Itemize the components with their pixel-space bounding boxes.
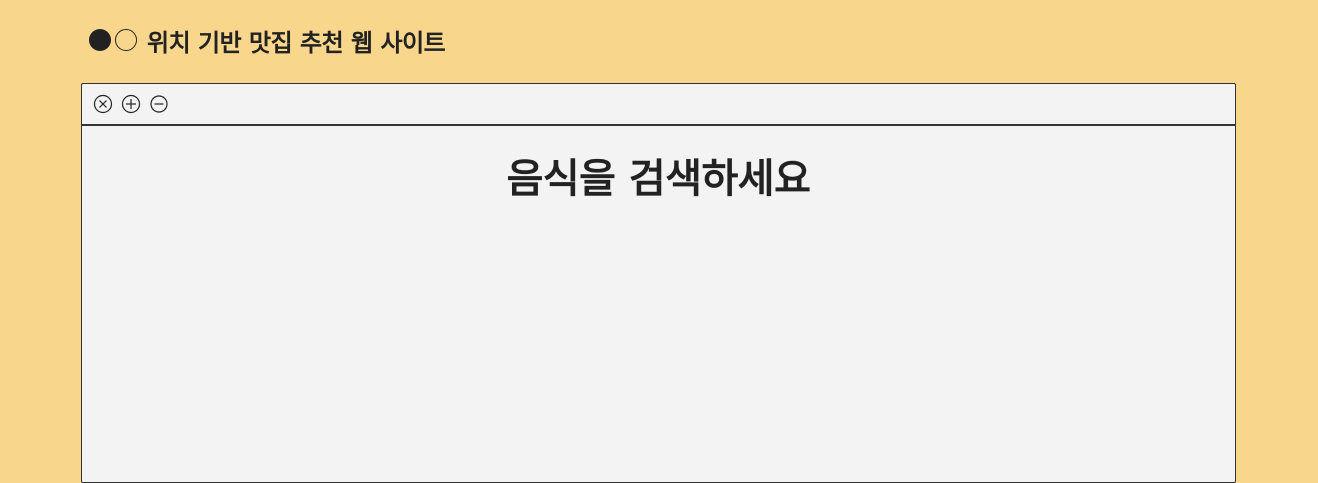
page-title: 위치 기반 맛집 추천 웹 사이트	[147, 28, 446, 57]
browser-window: 음식을 검색하세요	[81, 83, 1236, 483]
page-header: 위치 기반 맛집 추천 웹 사이트	[89, 22, 446, 58]
close-button[interactable]	[93, 94, 113, 114]
plus-circle-icon	[121, 94, 141, 114]
minus-circle-icon	[150, 95, 168, 113]
filled-circle-icon	[89, 29, 111, 51]
search-prompt-heading: 음식을 검색하세요	[506, 156, 811, 202]
add-button[interactable]	[121, 94, 141, 114]
header-dots	[89, 29, 137, 51]
outline-circle-icon	[115, 29, 137, 51]
window-content: 음식을 검색하세요	[82, 126, 1235, 204]
close-circle-icon	[93, 94, 113, 114]
remove-button[interactable]	[149, 94, 169, 114]
window-toolbar	[82, 84, 1235, 126]
